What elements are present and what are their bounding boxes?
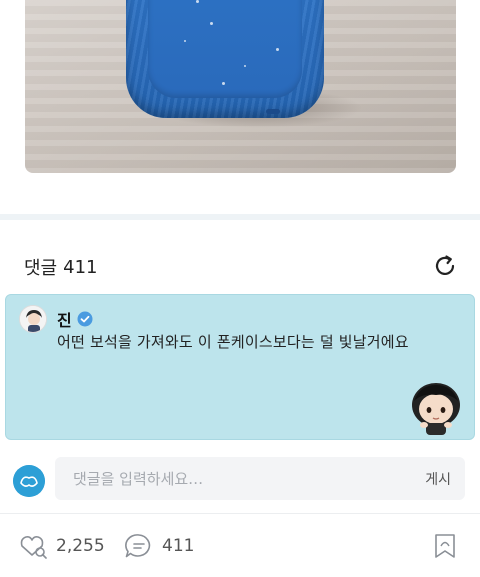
speck — [276, 48, 279, 51]
character-sticker — [412, 383, 460, 435]
comment-input[interactable]: 댓글을 입력하세요… 게시 — [55, 457, 465, 500]
comment-icon[interactable] — [124, 533, 154, 559]
post-button[interactable]: 게시 — [425, 469, 451, 489]
post-photo[interactable] — [25, 0, 456, 173]
like-stat[interactable]: 2,255 — [18, 533, 105, 559]
refresh-icon[interactable] — [432, 253, 458, 279]
speck — [210, 22, 213, 25]
comment-author[interactable]: 진 — [57, 307, 93, 331]
speck — [196, 0, 199, 3]
comment-text: 어떤 보석을 가져와도 이 폰케이스보다는 덜 빛날거에요 — [57, 333, 409, 351]
author-name[interactable]: 진 — [57, 307, 72, 331]
section-divider — [0, 214, 480, 220]
verified-icon — [77, 311, 93, 327]
speck — [244, 65, 246, 67]
phone-case-slot — [266, 109, 280, 114]
comment-stat[interactable]: 411 — [124, 533, 194, 559]
like-icon[interactable] — [18, 533, 48, 559]
comment-count: 411 — [162, 536, 195, 556]
comments-label: 댓글 — [24, 258, 58, 279]
comments-header: 댓글 411 — [24, 256, 98, 280]
speck — [222, 82, 225, 85]
author-avatar[interactable] — [19, 305, 47, 333]
bookmark-icon[interactable] — [434, 533, 456, 559]
user-avatar[interactable] — [13, 465, 45, 497]
bottom-divider — [0, 513, 480, 514]
pinned-comment[interactable]: 진 어떤 보석을 가져와도 이 폰케이스보다는 덜 빛날거에요 — [5, 294, 475, 440]
like-count: 2,255 — [56, 536, 105, 556]
speck — [184, 40, 186, 42]
phone-case — [126, 0, 324, 118]
comments-count: 411 — [63, 256, 98, 278]
comment-input-placeholder[interactable]: 댓글을 입력하세요… — [73, 468, 425, 489]
